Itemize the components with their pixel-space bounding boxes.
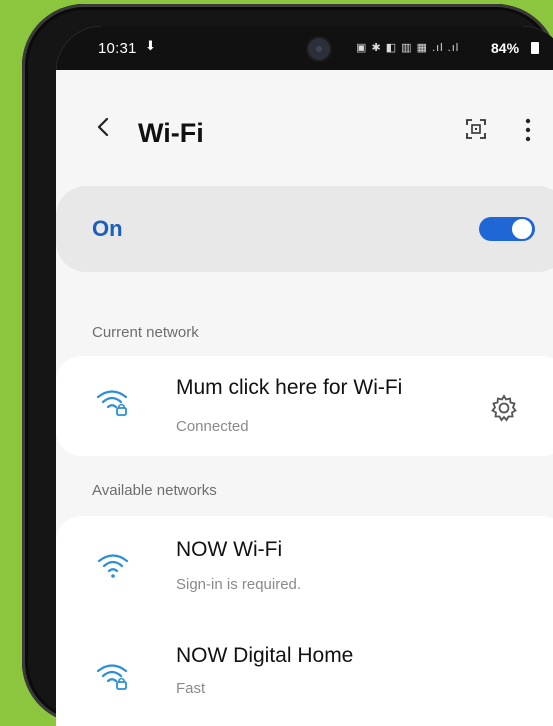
gear-icon[interactable]	[488, 392, 520, 424]
wifi-lock-icon	[96, 664, 128, 690]
network-status: Connected	[176, 418, 249, 435]
wifi-toggle-row[interactable]: On	[56, 186, 553, 272]
network-status: Sign-in is required.	[176, 576, 302, 593]
front-camera	[308, 38, 330, 60]
more-vertical-icon[interactable]	[523, 117, 533, 143]
battery-icon	[531, 42, 539, 54]
wifi-icon	[97, 554, 129, 578]
network-status: Fast	[176, 680, 206, 697]
battery-percent: 84%	[491, 40, 520, 56]
qr-scan-icon[interactable]	[465, 118, 487, 140]
phone-screen: 10:31 ⬇ ▣ ✱ ◧ ▥ ▦ .ıl .ıl 84% Wi-Fi On C…	[56, 26, 553, 726]
phone-frame: 10:31 ⬇ ▣ ✱ ◧ ▥ ▦ .ıl .ıl 84% Wi-Fi On C…	[22, 4, 553, 726]
current-network-card: Mum click here for Wi-Fi Connected	[56, 356, 553, 456]
download-arrow-icon: ⬇	[145, 38, 156, 53]
chevron-left-icon[interactable]	[92, 115, 116, 139]
network-name: Mum click here for Wi-Fi	[176, 376, 403, 399]
status-indicators: ▣ ✱ ◧ ▥ ▦ .ıl .ıl	[356, 42, 460, 54]
status-bar: 10:31 ⬇ ▣ ✱ ◧ ▥ ▦ .ıl .ıl 84%	[56, 26, 553, 70]
page-title: Wi-Fi	[138, 118, 204, 148]
section-label-current-network: Current network	[92, 324, 199, 341]
network-name: NOW Digital Home	[176, 644, 354, 667]
available-networks-card: NOW Wi-Fi Sign-in is required. NOW Digit…	[56, 516, 553, 726]
switch-knob	[511, 218, 533, 240]
wifi-switch[interactable]	[479, 217, 535, 241]
wifi-toggle-label: On	[92, 216, 123, 241]
network-name: NOW Wi-Fi	[176, 538, 283, 561]
wifi-lock-icon	[96, 390, 128, 416]
section-label-available-networks: Available networks	[92, 482, 217, 499]
status-time: 10:31	[98, 40, 137, 57]
app-header: Wi-Fi	[56, 70, 553, 170]
